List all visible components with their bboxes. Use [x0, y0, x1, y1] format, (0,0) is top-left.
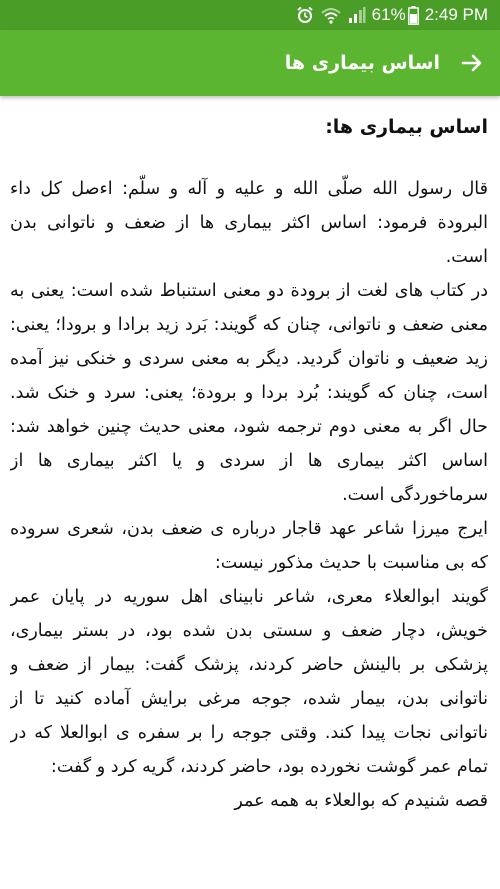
signal-icon — [348, 6, 366, 24]
clock-time: 2:49 PM — [424, 5, 488, 24]
battery-icon — [407, 5, 419, 25]
wifi-icon — [320, 6, 342, 24]
alarm-icon — [296, 6, 314, 24]
status-bar: 61% 2:49 PM — [0, 0, 500, 30]
back-arrow-icon[interactable] — [458, 49, 486, 77]
article-paragraph: قال رسول الله صلّی الله و علیه و آله و س… — [10, 179, 488, 267]
battery-percent: 61% — [371, 5, 406, 24]
article-content: اساس بیماری ها: قال رسول الله صلّی الله … — [10, 96, 488, 889]
article-paragraph: قصه شنیدم که بوالعلاء به همه عمر — [234, 791, 488, 811]
app-bar: اساس بیماری ها — [0, 30, 500, 96]
article-paragraph: گویند ابوالعلاء معری، شاعر نابینای اهل س… — [10, 587, 488, 777]
article-paragraph: ایرج میرزا شاعر عهد قاجار درباره ی ضعف ب… — [10, 519, 488, 573]
article-paragraph: در کتاب های لغت از برودة دو معنی استنباط… — [10, 281, 488, 505]
article-heading: اساس بیماری ها: — [325, 116, 488, 138]
page-title: اساس بیماری ها — [284, 52, 440, 74]
